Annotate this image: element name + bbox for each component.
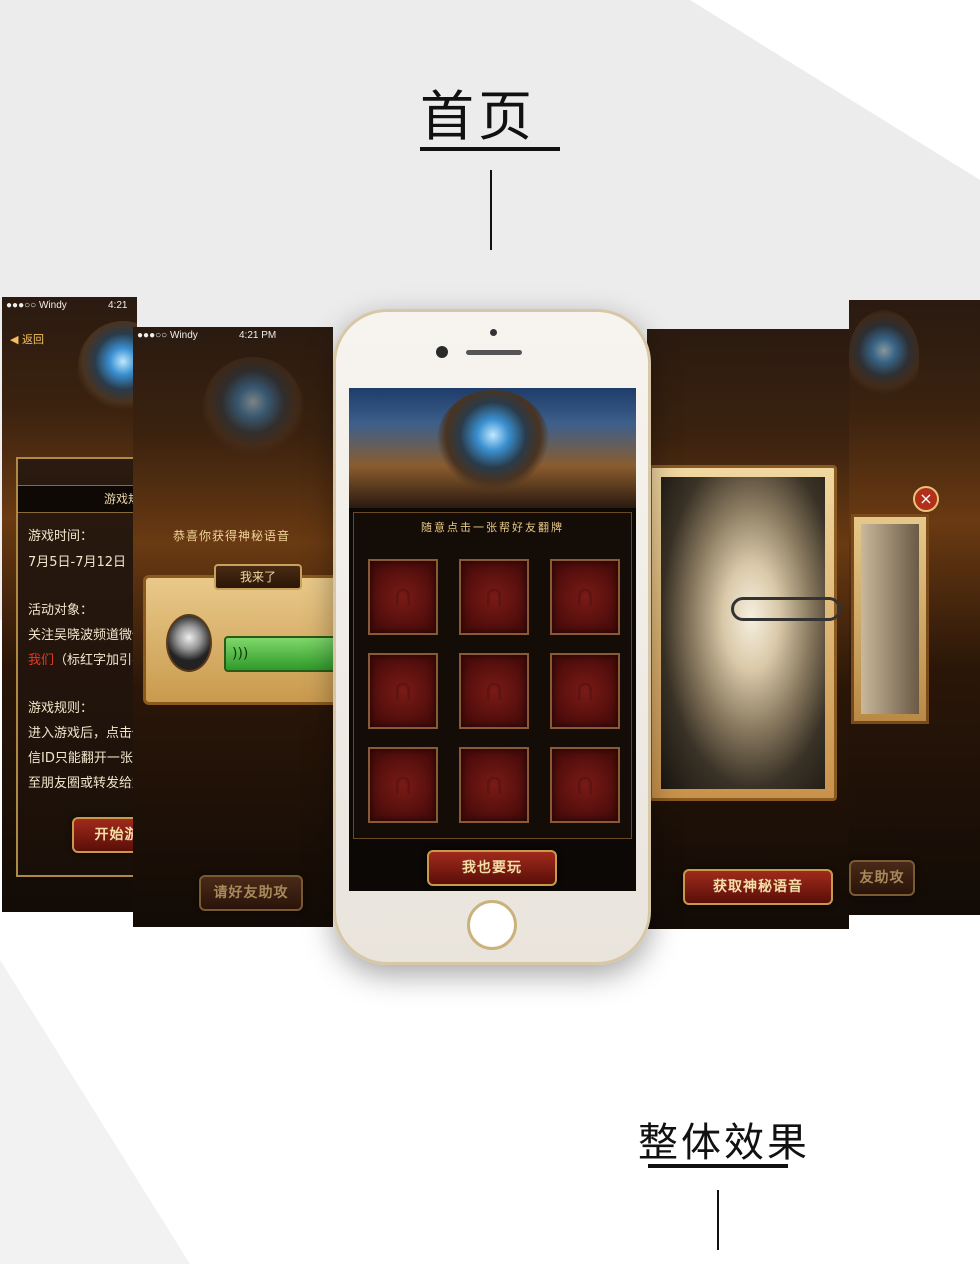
rules-line: 游戏规则：: [28, 701, 94, 716]
title-underline: [420, 147, 560, 151]
front-sensor: [490, 329, 497, 336]
crest-emblem: [203, 357, 303, 457]
flip-card[interactable]: ∩: [459, 559, 529, 635]
start-game-button[interactable]: 开始游: [72, 817, 137, 853]
crest-emblem: [78, 321, 137, 411]
headphones-icon: ∩: [392, 767, 414, 802]
headphones-icon: ∩: [574, 767, 596, 802]
crest-emblem: [437, 390, 549, 490]
back-arrow-icon: ◀: [10, 333, 19, 346]
rules-line-rest: （标红字加引导关注: [54, 653, 137, 668]
flip-card[interactable]: ∩: [550, 747, 620, 823]
flip-card[interactable]: ∩: [550, 653, 620, 729]
screen-rules: ●●●○○ Windy 4:21 ◀ 返回 游戏规 游戏时间： 7月5日-7月1…: [2, 297, 137, 912]
section-title-overall: 整体效果: [638, 1120, 810, 1166]
photo-frame: [649, 465, 841, 801]
front-camera: [436, 346, 448, 358]
photo-frame: [851, 514, 929, 724]
rules-line: 游戏时间：: [28, 529, 94, 544]
carrier-label: ●●●○○ Windy: [6, 300, 67, 311]
voice-message-bar[interactable]: ))): [224, 636, 333, 672]
invite-friend-button[interactable]: 请好友助攻: [199, 875, 303, 911]
rules-line: 信ID只能翻开一张卡牌，: [28, 751, 137, 766]
earpiece-speaker: [466, 350, 522, 355]
back-label: 返回: [21, 333, 44, 346]
rules-line: 关注吴晓波频道微信公众: [28, 628, 137, 643]
rules-panel-title: 游戏规: [18, 485, 137, 513]
friend-help-button[interactable]: 友助攻: [849, 860, 915, 896]
card-grid: ∩ ∩ ∩ ∩ ∩ ∩ ∩ ∩ ∩: [368, 559, 620, 823]
glasses-shape: [731, 597, 841, 621]
congrats-text: 恭喜你获得神秘语音: [173, 529, 291, 543]
status-time: 4:21: [108, 300, 128, 311]
status-time: 4:21 PM: [239, 330, 277, 341]
rules-panel: 游戏规 游戏时间： 7月5日-7月12日 活动对象： 关注吴晓波频道微信公众 我…: [16, 457, 137, 877]
screen-friend-help: × 友助攻: [849, 300, 980, 915]
portrait-photo: [661, 477, 841, 789]
flip-card[interactable]: ∩: [368, 653, 438, 729]
crest-emblem: [849, 310, 919, 400]
section-title-home: 首页: [420, 85, 536, 148]
rules-line: 至朋友圈或转发给好友邀: [28, 776, 137, 791]
avatar: [166, 614, 212, 672]
flip-card[interactable]: ∩: [459, 747, 529, 823]
headphones-icon: ∩: [483, 579, 505, 614]
phone-mockup: 随意点击一张帮好友翻牌 ∩ ∩ ∩ ∩ ∩ ∩ ∩ ∩ ∩ 我也要玩: [333, 309, 651, 965]
get-secret-voice-button[interactable]: 获取神秘语音: [683, 869, 833, 905]
vertical-divider: [717, 1190, 719, 1250]
flip-card[interactable]: ∩: [459, 653, 529, 729]
phone-screen: 随意点击一张帮好友翻牌 ∩ ∩ ∩ ∩ ∩ ∩ ∩ ∩ ∩ 我也要玩: [349, 388, 636, 891]
carrier-label: ●●●○○ Windy: [137, 330, 198, 341]
status-bar: ●●●○○ Windy 4:21: [2, 297, 137, 317]
headphones-icon: ∩: [392, 579, 414, 614]
board-title: 随意点击一张帮好友翻牌: [421, 521, 564, 534]
headphones-icon: ∩: [392, 673, 414, 708]
i-want-to-play-button[interactable]: 我也要玩: [427, 850, 557, 886]
sound-wave-icon: ))): [232, 646, 249, 662]
voice-card-tab: 我来了: [214, 564, 302, 590]
flip-card[interactable]: ∩: [550, 559, 620, 635]
headphones-icon: ∩: [483, 673, 505, 708]
screen-voice-obtained: ●●●○○ Windy 4:21 PM 恭喜你获得神秘语音 我来了 ))) 请好…: [133, 327, 333, 927]
home-button[interactable]: [467, 900, 517, 950]
rules-line: 我们（标红字加引导关注: [28, 649, 137, 668]
rules-red-word: 我们: [28, 653, 55, 668]
screen-photo-reveal: 获取神秘语音: [647, 329, 849, 929]
rules-line: 活动对象：: [28, 603, 94, 618]
headphones-icon: ∩: [574, 579, 596, 614]
voice-card: 我来了 ))): [143, 564, 333, 705]
back-button[interactable]: ◀ 返回: [10, 331, 44, 347]
portrait-photo: [861, 524, 919, 714]
title-underline: [648, 1164, 788, 1168]
flip-card[interactable]: ∩: [368, 747, 438, 823]
headphones-icon: ∩: [483, 767, 505, 802]
status-bar: ●●●○○ Windy 4:21 PM: [133, 327, 333, 347]
rules-line: 7月5日-7月12日: [28, 555, 127, 570]
headphones-icon: ∩: [574, 673, 596, 708]
game-banner: [349, 388, 636, 508]
rules-line: 进入游戏后，点击任意一: [28, 726, 137, 741]
card-board: 随意点击一张帮好友翻牌 ∩ ∩ ∩ ∩ ∩ ∩ ∩ ∩ ∩: [353, 512, 632, 839]
close-icon[interactable]: ×: [913, 486, 939, 512]
flip-card[interactable]: ∩: [368, 559, 438, 635]
vertical-divider: [490, 170, 492, 250]
